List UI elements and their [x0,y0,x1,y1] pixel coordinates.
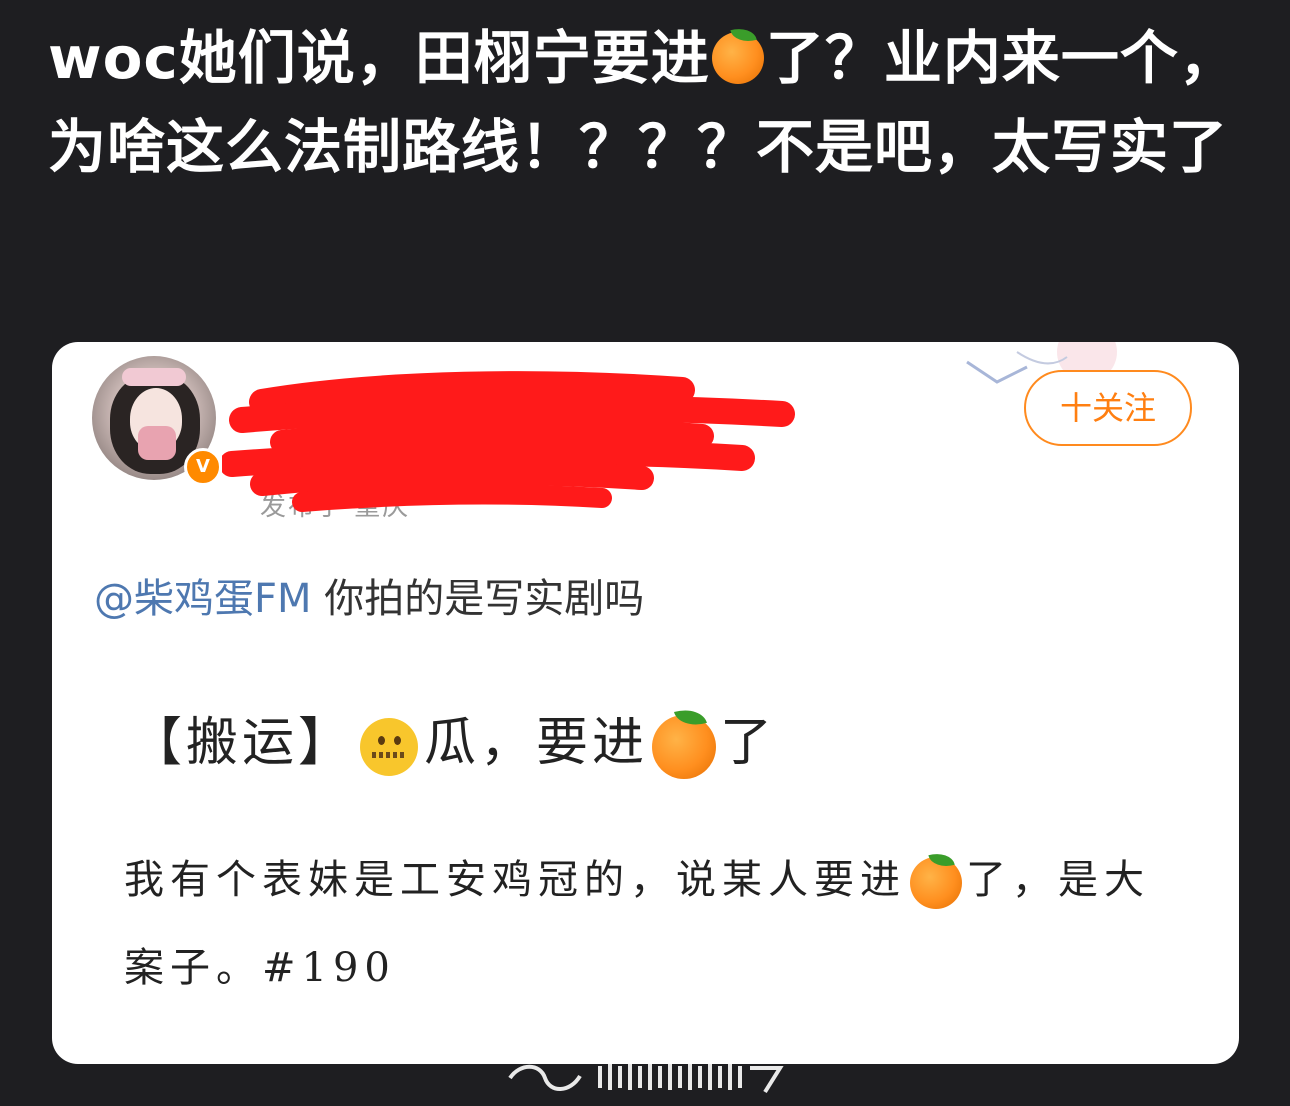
user-mention-link[interactable]: @柴鸡蛋FM [94,576,312,622]
follow-button[interactable]: 十关注 [1024,370,1192,446]
orange-emoji-icon [711,23,764,84]
post-headline: woc她们说，田栩宁要进 了？业内来一个，为啥这么法制路线！？？？不是吧，太写实了 [48,14,1248,192]
orange-emoji-icon [910,849,962,909]
line2-part1: 我有个表妹是工安鸡冠的，说某人要进 [124,857,906,903]
reply-line: @柴鸡蛋FM 你拍的是写实剧吗 [94,566,644,624]
image-text-line-1: 【搬运】 瓜，要进 了 [130,700,776,779]
bottom-censor-scribble [508,1064,784,1094]
zipper-mouth-emoji-icon [360,717,419,776]
line1-middle: 瓜，要进 [424,713,649,773]
repost-tag: 【搬运】 [130,713,355,773]
line1-suffix: 了 [720,713,777,773]
verified-badge-icon: V [184,448,222,486]
embedded-screenshot-card[interactable]: V 发布于 重庆 十关注 @柴鸡蛋FM 你拍的是写实剧吗 【搬运】 瓜，要进了 我… [52,342,1239,1064]
reply-text: 你拍的是写实剧吗 [311,576,645,622]
redaction-scribble [222,371,795,512]
headline-text-1: woc她们说，田栩宁要进 [48,24,710,92]
orange-emoji-icon [652,704,717,779]
image-text-line-2: 我有个表妹是工安鸡冠的，说某人要进 了，是大案子。#190 [124,836,1164,1012]
